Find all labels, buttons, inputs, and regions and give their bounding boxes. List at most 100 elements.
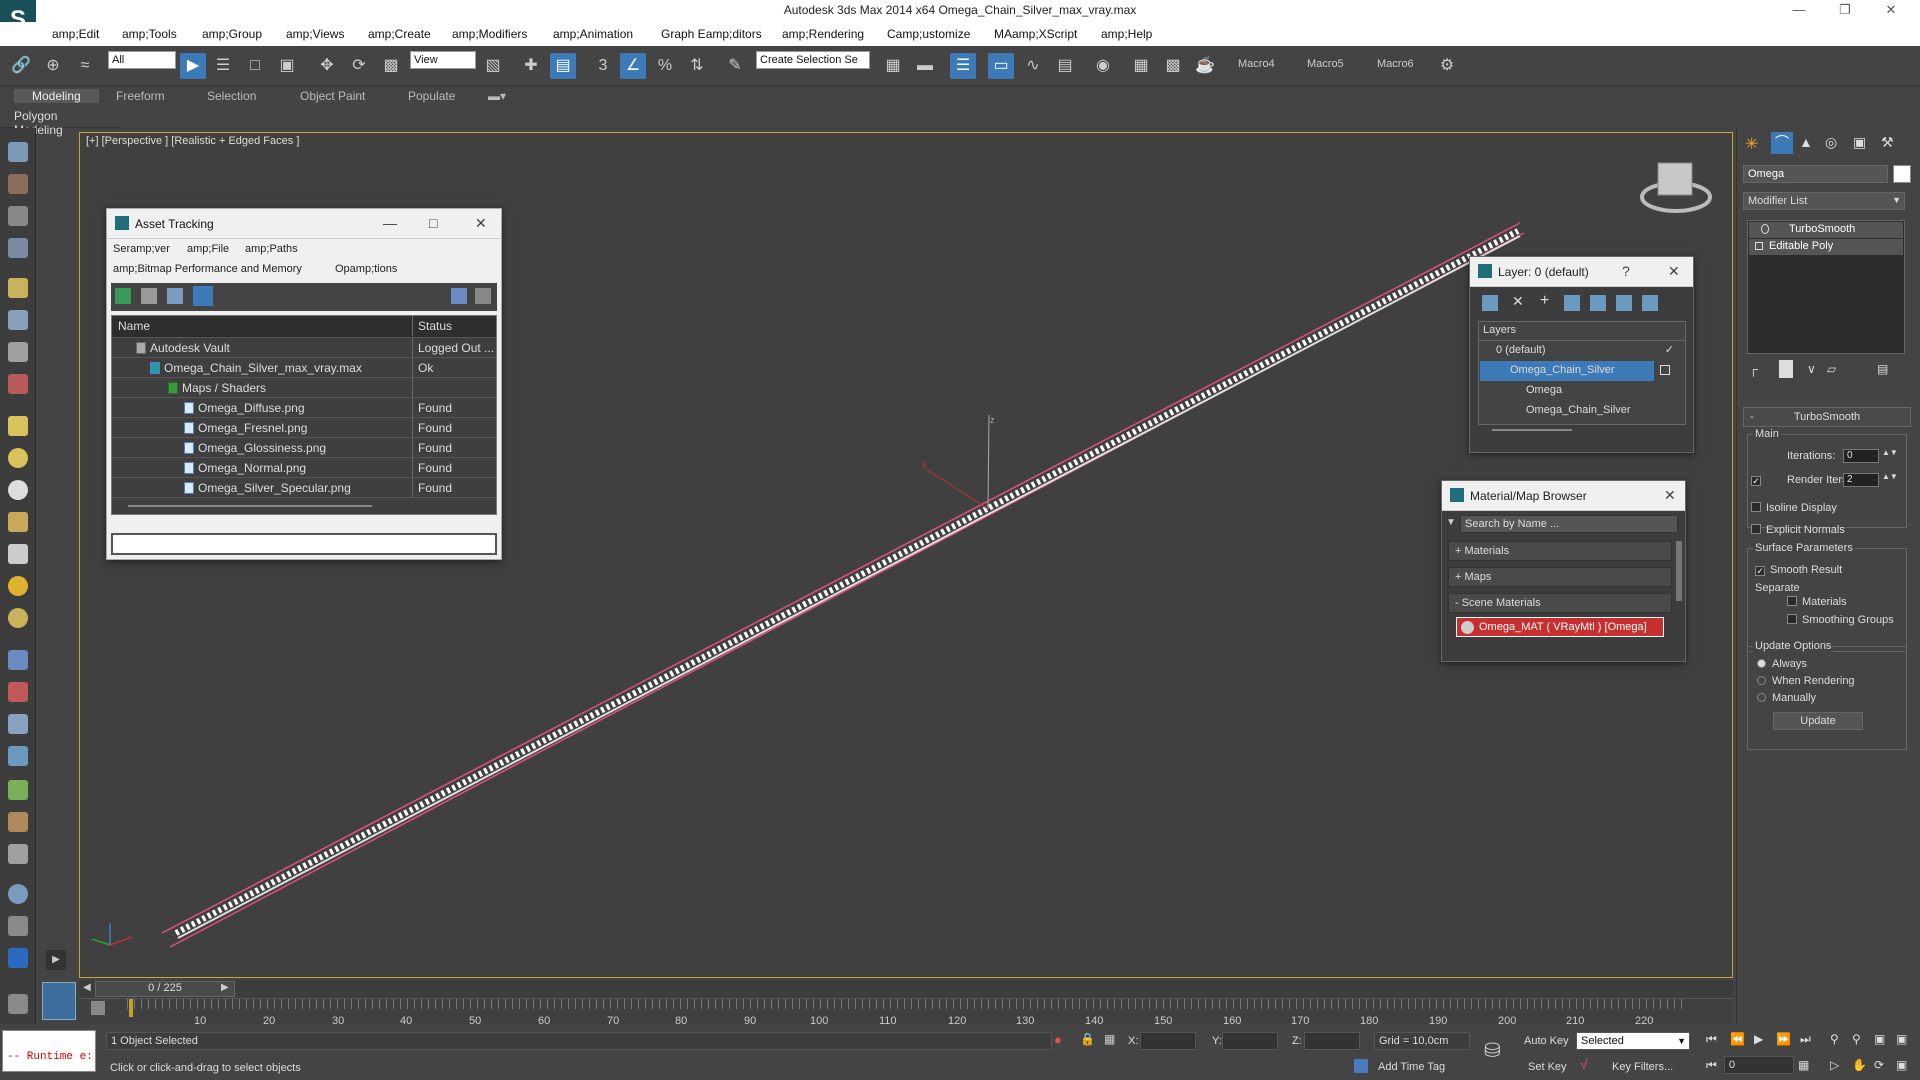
physics-icon[interactable] [8,714,28,734]
spinner-snap-icon[interactable]: ⇅ [684,53,710,79]
menu-modifiers[interactable]: amp;Modifiers [452,27,527,41]
zoom-extents-icon[interactable]: ▣ [1874,1032,1885,1046]
remove-modifier-icon[interactable]: ▱ [1827,362,1836,376]
field-of-view-icon[interactable]: ▷ [1830,1058,1839,1072]
time-slider-thumb[interactable]: 0 / 225 [95,981,235,997]
macro4-button[interactable]: Macro4 [1238,58,1275,70]
material-browser-titlebar[interactable]: Material/Map Browser ✕ [1442,481,1685,511]
maximize-viewport-icon[interactable]: ▣ [1896,1058,1907,1072]
bulb-icon[interactable] [1761,224,1769,234]
curve-editor-icon[interactable]: ∿ [1020,53,1046,79]
particles-icon[interactable] [8,650,28,670]
table-row[interactable]: Omega_Diffuse.png Found [112,398,496,418]
modify-tab-icon[interactable]: ⌒ [1771,132,1793,154]
globe-icon[interactable] [8,746,28,766]
pin-stack-icon[interactable]: ┌ [1749,362,1758,376]
key-filter-curve-icon[interactable]: √ [1580,1056,1588,1072]
rendered-frame-window-icon[interactable]: ▩ [1160,53,1186,79]
asset-path-input[interactable] [111,533,497,555]
x-coordinate-field[interactable] [1140,1032,1196,1050]
column-status-header[interactable]: Status [418,319,452,333]
stack-item-editable-poly[interactable]: Editable Poly [1749,239,1903,255]
when-rendering-radio[interactable] [1757,676,1766,685]
current-frame-field[interactable]: 0 [1724,1056,1794,1074]
add-to-layer-icon[interactable]: + [1540,292,1549,310]
viewcube-icon[interactable] [1657,162,1693,196]
freeze-all-icon[interactable] [1642,295,1658,311]
key-mode-dropdown[interactable]: Selected ▼ [1576,1032,1690,1050]
ribbon-sub-tab[interactable]: Polygon Modeling [0,106,120,137]
edit-named-selection-icon[interactable]: ✎ [722,53,748,79]
motion-tab-icon[interactable]: ◎ [1825,134,1837,151]
create-tab-icon[interactable]: ✳ [1745,134,1765,154]
snaps-toggle-icon[interactable]: 3 [590,53,616,79]
camera-icon[interactable] [8,310,28,330]
bind-space-warp-icon[interactable]: ≈ [72,53,98,79]
menu-customize[interactable]: Camp;ustomize [887,27,970,41]
display-tab-icon[interactable]: ▣ [1853,134,1866,151]
horizontal-scrollbar[interactable] [1492,429,1572,431]
gear-icon[interactable]: ⚙ [1434,53,1460,79]
curve-editor-mini-icon[interactable] [91,1001,105,1015]
table-row[interactable]: Maps / Shaders [112,378,496,398]
material-search-input[interactable]: Search by Name ... [1460,515,1678,533]
link-icon[interactable]: 🔗 [8,53,34,79]
grid-view-icon[interactable] [193,286,213,306]
named-selection-dropdown[interactable]: Create Selection Se [756,51,870,69]
isolate-icon[interactable]: ● [1054,1032,1062,1047]
zoom-extents-all-icon[interactable]: ▣ [1896,1032,1907,1046]
utilities-tab-icon[interactable]: ⚒ [1881,134,1894,151]
highlight-layer-icon[interactable] [1590,295,1606,311]
move-icon[interactable]: ✥ [314,53,340,79]
menu-paths[interactable]: amp;Paths [245,243,298,255]
close-icon[interactable]: ✕ [475,215,487,232]
time-tag-icon[interactable] [1354,1059,1368,1073]
hierarchy-tab-icon[interactable]: ▲ [1799,134,1813,150]
sun-icon[interactable] [8,576,28,596]
stack-item-turbosmooth[interactable]: TurboSmooth [1749,222,1903,238]
y-coordinate-field[interactable] [1222,1032,1278,1050]
close-icon[interactable]: ✕ [1664,487,1676,504]
render-production-icon[interactable]: ☕ [1192,53,1218,79]
render-iters-spinner[interactable]: 2 [1843,473,1879,487]
help-icon[interactable]: ? [1622,263,1630,279]
geosphere-icon[interactable] [8,608,28,628]
cone-icon[interactable] [8,544,28,564]
spinner-arrows-icon[interactable]: ▲▼ [1882,448,1898,457]
table-row[interactable]: Autodesk Vault Logged Out ... [112,338,496,358]
zoom-all-icon[interactable]: ⚲ [1852,1032,1861,1046]
always-radio[interactable] [1757,659,1766,668]
menu-bitmap-performance[interactable]: amp;Bitmap Performance and Memory [113,263,302,275]
rect-selection-icon[interactable]: □ [242,53,268,79]
check-icon[interactable]: ✓ [1665,343,1674,356]
delete-layer-icon[interactable]: ✕ [1512,293,1524,310]
manipulate-icon[interactable]: ✚ [518,53,544,79]
material-item[interactable]: Omega_MAT ( VRayMtl ) [Omega] [1456,617,1664,637]
add-time-tag-label[interactable]: Add Time Tag [1378,1061,1445,1073]
next-frame-icon[interactable]: ▶ [221,982,229,993]
torus-icon[interactable] [8,480,28,500]
tab-selection[interactable]: Selection [207,89,256,103]
restore-icon[interactable]: ❐ [1830,2,1860,18]
expand-icon[interactable] [1755,242,1763,250]
rotate-icon[interactable]: ⟳ [346,53,372,79]
set-key-button[interactable]: Set Key [1528,1061,1567,1073]
explicit-normals-checkbox[interactable] [1751,524,1761,534]
help-icon[interactable] [451,288,467,304]
update-button[interactable]: Update [1773,712,1863,730]
make-unique-icon[interactable]: ∨ [1807,362,1816,376]
unlink-icon[interactable]: ⊕ [40,53,66,79]
table-row[interactable]: Omega_Chain_Silver_max_vray.max Ok [112,358,496,378]
hide-all-icon[interactable] [1616,295,1632,311]
expand-arrow-icon[interactable]: ▶ [46,950,66,970]
close-icon[interactable]: ✕ [1668,263,1680,280]
play-icon[interactable]: ▶ [1754,1032,1763,1046]
previous-key-icon[interactable]: ⏪ [1730,1032,1745,1046]
isoline-checkbox[interactable] [1751,502,1761,512]
horizontal-scrollbar[interactable] [128,505,372,507]
align-icon[interactable]: ▬ [912,53,938,79]
time-config-icon[interactable]: ▦ [1798,1058,1809,1072]
smoothing-groups-checkbox[interactable] [1787,614,1797,624]
cloth-icon[interactable] [8,812,28,832]
dynamics-icon[interactable] [8,682,28,702]
